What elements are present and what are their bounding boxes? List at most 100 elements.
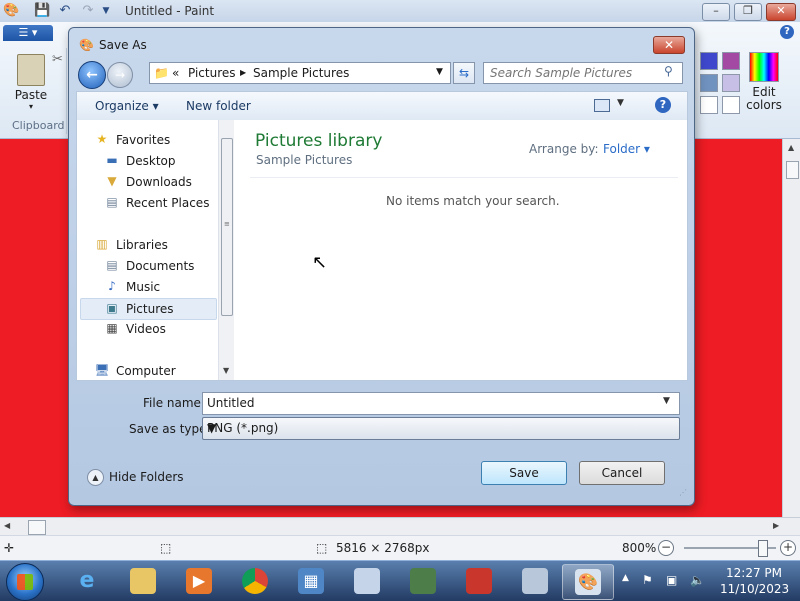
forward-button[interactable]: → [107, 62, 133, 88]
zoom-slider-thumb[interactable] [758, 540, 768, 557]
help-icon[interactable]: ? [780, 25, 794, 39]
redo-icon[interactable]: ↷ [80, 3, 96, 19]
taskbar-internet-explorer[interactable]: e [62, 564, 112, 598]
taskbar-explorer[interactable] [118, 564, 168, 598]
breadcrumb-overflow[interactable]: « [172, 66, 179, 80]
pictures-icon: ▣ [106, 301, 118, 315]
address-dropdown-icon[interactable]: ▼ [436, 67, 443, 77]
new-folder-button[interactable]: New folder [186, 99, 251, 113]
address-bar[interactable]: 📁 « Pictures ▶ Sample Pictures ▼ [149, 62, 451, 84]
search-icon[interactable]: ⚲ [664, 64, 673, 78]
scroll-thumb[interactable] [28, 520, 46, 535]
nav-downloads[interactable]: ▼ Downloads [80, 172, 215, 192]
paste-dropdown-icon: ▾ [28, 102, 33, 111]
nav-music[interactable]: ♪ Music [80, 277, 215, 297]
maximize-button[interactable]: ❐ [734, 3, 762, 21]
change-view-icon[interactable] [594, 99, 610, 112]
undo-icon[interactable]: ↶ [57, 3, 73, 19]
clipboard-group-label: Clipboard [12, 119, 65, 132]
help-icon[interactable]: ? [655, 97, 671, 113]
color-swatch[interactable] [722, 96, 740, 114]
nav-documents[interactable]: ▤ Documents [80, 256, 215, 276]
horizontal-scrollbar[interactable]: ◀ ▶ [0, 517, 800, 536]
disc-icon [354, 568, 380, 594]
save-button[interactable]: Save [481, 461, 567, 485]
scroll-thumb[interactable] [786, 161, 799, 179]
zoom-out-button[interactable]: − [658, 540, 674, 556]
library-title: Pictures library [255, 131, 383, 151]
file-name-input[interactable] [207, 395, 647, 410]
nav-recent-places[interactable]: ▤ Recent Places [80, 193, 215, 213]
internet-explorer-icon: e [79, 568, 95, 593]
color-swatch[interactable] [700, 52, 718, 70]
image-size-icon: ⬚ [316, 541, 328, 555]
volume-icon[interactable]: 🔈 [690, 573, 705, 587]
taskbar-toolbox-app[interactable] [454, 564, 504, 598]
scroll-up-icon[interactable]: ▲ [788, 143, 794, 152]
quick-access-dropdown-icon[interactable]: ▼ [98, 3, 114, 19]
taskbar-calculator[interactable] [510, 564, 560, 598]
network-icon[interactable]: ▣ [666, 573, 677, 587]
scroll-right-icon[interactable]: ▶ [773, 521, 779, 530]
hide-folders-label: Hide Folders [109, 470, 184, 484]
file-name-dropdown-icon[interactable]: ▼ [663, 396, 670, 406]
breadcrumb-pictures[interactable]: Pictures [188, 66, 236, 80]
back-button[interactable]: ← [78, 61, 106, 89]
mouse-cursor-icon: ↖ [312, 252, 328, 273]
nav-favorites[interactable]: ★ Favorites [80, 130, 215, 150]
save-quick-icon[interactable]: 💾 [34, 3, 50, 19]
search-box[interactable]: ⚲ [483, 62, 683, 84]
color-swatch[interactable] [722, 74, 740, 92]
search-input[interactable] [490, 65, 660, 80]
taskbar-media-player[interactable]: ▶ [174, 564, 224, 598]
refresh-button[interactable]: ⇆ [453, 62, 475, 84]
nav-label: Documents [126, 259, 195, 273]
breadcrumb-separator-icon[interactable]: ▶ [240, 68, 246, 77]
breadcrumb-sample-pictures[interactable]: Sample Pictures [253, 66, 349, 80]
paste-button[interactable]: Paste ▾ [10, 52, 52, 111]
nav-libraries[interactable]: ▥ Libraries [80, 235, 215, 255]
color-swatch[interactable] [700, 96, 718, 114]
edit-colors-button[interactable]: Edit colors [742, 52, 786, 122]
clock-time[interactable]: 12:27 PM [726, 566, 782, 580]
arrange-by-dropdown[interactable]: Folder ▾ [603, 142, 650, 156]
color-swatch[interactable] [722, 52, 740, 70]
taskbar-chrome[interactable] [230, 564, 280, 598]
save-type-select[interactable]: PNG (*.png) ▼ [202, 417, 680, 440]
clock-date[interactable]: 11/10/2023 [720, 582, 789, 596]
cut-icon[interactable]: ✂ [52, 52, 63, 67]
start-button[interactable] [6, 563, 44, 601]
taskbar-monitor-app[interactable] [398, 564, 448, 598]
organize-button[interactable]: Organize ▾ [95, 99, 159, 113]
scroll-down-icon[interactable]: ▼ [223, 366, 229, 375]
file-menu-tab[interactable]: ☰ ▾ [3, 25, 53, 41]
taskbar-control-panel[interactable]: ▦ [286, 564, 336, 598]
minimize-button[interactable]: – [702, 3, 730, 21]
dialog-close-button[interactable]: ✕ [653, 36, 685, 54]
show-hidden-icons-icon[interactable]: ▲ [622, 573, 629, 583]
cancel-button[interactable]: Cancel [579, 461, 665, 485]
file-name-combobox[interactable]: ▼ [202, 392, 680, 415]
taskbar-disc-app[interactable] [342, 564, 392, 598]
view-dropdown-icon[interactable]: ▼ [617, 98, 624, 108]
taskbar-paint[interactable]: 🎨 [562, 564, 614, 600]
edit-colors-label: Edit colors [746, 85, 782, 112]
vertical-scrollbar[interactable]: ▲ [782, 139, 800, 517]
zoom-in-button[interactable]: + [780, 540, 796, 556]
navigation-scrollbar[interactable]: ≡ ▼ [218, 120, 234, 380]
save-as-dialog: 🎨 Save As ✕ ← → 📁 « Pictures ▶ Sample Pi… [68, 27, 695, 506]
action-center-icon[interactable]: ⚑ [642, 573, 653, 587]
resize-grip-icon[interactable]: ⋰ [679, 488, 687, 497]
folder-icon [130, 568, 156, 594]
close-button[interactable]: ✕ [766, 3, 796, 21]
nav-pictures[interactable]: ▣ Pictures [80, 298, 217, 320]
save-type-dropdown-icon[interactable]: ▼ [207, 421, 216, 435]
nav-videos[interactable]: ▦ Videos [80, 319, 215, 339]
scroll-left-icon[interactable]: ◀ [4, 521, 10, 530]
nav-desktop[interactable]: ▬ Desktop [80, 151, 215, 171]
nav-computer[interactable]: 🖥 Computer [80, 361, 215, 381]
color-swatch[interactable] [700, 74, 718, 92]
nav-label: Pictures [126, 302, 174, 316]
computer-icon: 🖥 [94, 363, 110, 377]
file-list-pane[interactable]: Pictures library Sample Pictures Arrange… [234, 120, 687, 380]
